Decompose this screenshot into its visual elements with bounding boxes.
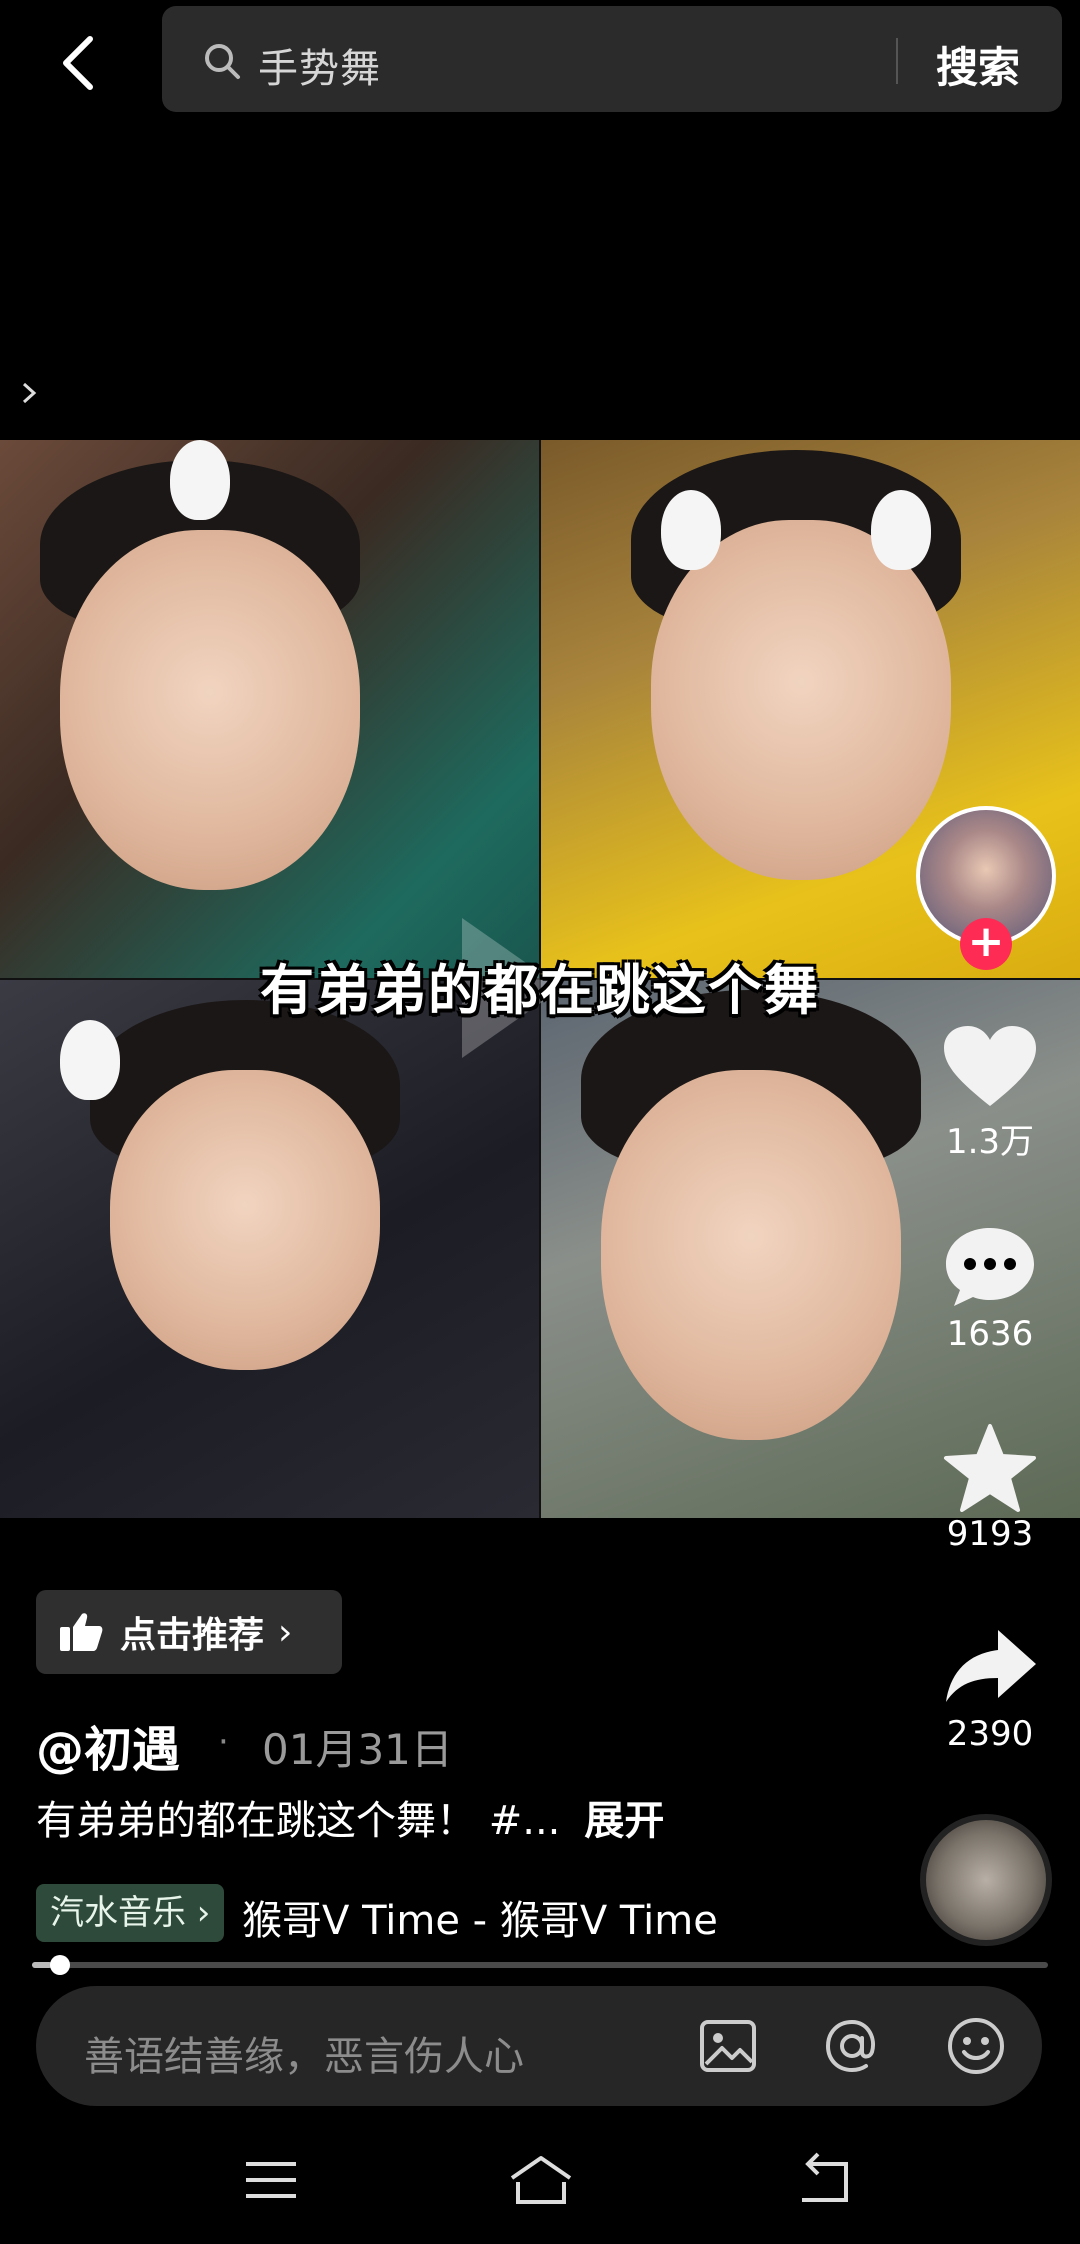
search-divider	[896, 38, 898, 84]
music-tag-label: 汽水音乐	[50, 1893, 186, 1933]
favorite-button[interactable]: 9193	[930, 1422, 1050, 1554]
share-icon	[946, 1630, 1036, 1702]
comment-count: 1636	[946, 1314, 1034, 1354]
search-bar[interactable]: 手势舞 搜索	[162, 6, 1062, 112]
heart-icon	[944, 1026, 1036, 1106]
menu-icon[interactable]	[236, 2150, 306, 2210]
share-button[interactable]: 2390	[930, 1622, 1050, 1754]
post-description: 有弟弟的都在跳这个舞！ #... 展开	[36, 1788, 664, 1846]
comment-icon	[946, 1228, 1034, 1306]
image-icon[interactable]	[696, 2014, 760, 2078]
video-player[interactable]: 有弟弟的都在跳这个舞	[0, 440, 1080, 1518]
author-avatar[interactable]: +	[916, 806, 1056, 970]
back-arrow-icon	[63, 36, 93, 90]
back-button[interactable]	[48, 28, 108, 98]
follow-button[interactable]: +	[960, 918, 1012, 970]
post-date: 01月31日	[262, 1725, 453, 1774]
video-panel-bottom-left	[0, 980, 539, 1518]
home-icon[interactable]	[506, 2150, 576, 2210]
recommend-label: 点击推荐	[120, 1615, 265, 1656]
like-count: 1.3万	[945, 1122, 1035, 1162]
comment-bar[interactable]: 善语结善缘，恶言伤人心	[36, 1986, 1042, 2106]
search-input[interactable]: 手势舞	[258, 36, 381, 94]
comment-button[interactable]: 1636	[930, 1222, 1050, 1354]
recommend-button[interactable]: 点击推荐 ›	[36, 1590, 342, 1674]
video-panel-top-left	[0, 440, 539, 978]
search-icon	[205, 44, 240, 79]
progress-fill	[32, 1962, 52, 1968]
description-text: 有弟弟的都在跳这个舞！ #...	[36, 1798, 561, 1844]
chevron-right-icon: ›	[186, 1893, 211, 1933]
author-name[interactable]: @初遇	[36, 1710, 180, 1780]
comment-input[interactable]: 善语结善缘，恶言伤人心	[84, 2024, 524, 2082]
emoji-icon[interactable]	[944, 2014, 1008, 2078]
meta-separator: ·	[218, 1722, 229, 1762]
expand-link[interactable]: 展开	[584, 1798, 664, 1844]
like-button[interactable]: 1.3万	[930, 1022, 1050, 1163]
chevron-right-icon: ›	[278, 1611, 293, 1653]
progress-handle[interactable]	[50, 1955, 70, 1975]
video-caption: 有弟弟的都在跳这个舞	[260, 959, 820, 1022]
side-panel-chevron-icon[interactable]	[18, 378, 40, 408]
at-icon[interactable]	[820, 2014, 884, 2078]
music-disc[interactable]	[920, 1814, 1052, 1946]
search-submit-button[interactable]: 搜索	[936, 34, 1020, 95]
thumbs-up-icon	[60, 1613, 103, 1651]
music-title[interactable]: 猴哥V Time - 猴哥V Time	[242, 1888, 718, 1946]
favorite-count: 9193	[946, 1514, 1034, 1554]
video-progress-bar[interactable]	[32, 1955, 1048, 1975]
star-icon	[944, 1424, 1036, 1512]
music-app-tag[interactable]: 汽水音乐 ›	[36, 1884, 225, 1942]
return-icon[interactable]	[790, 2150, 860, 2210]
share-count: 2390	[946, 1714, 1034, 1754]
